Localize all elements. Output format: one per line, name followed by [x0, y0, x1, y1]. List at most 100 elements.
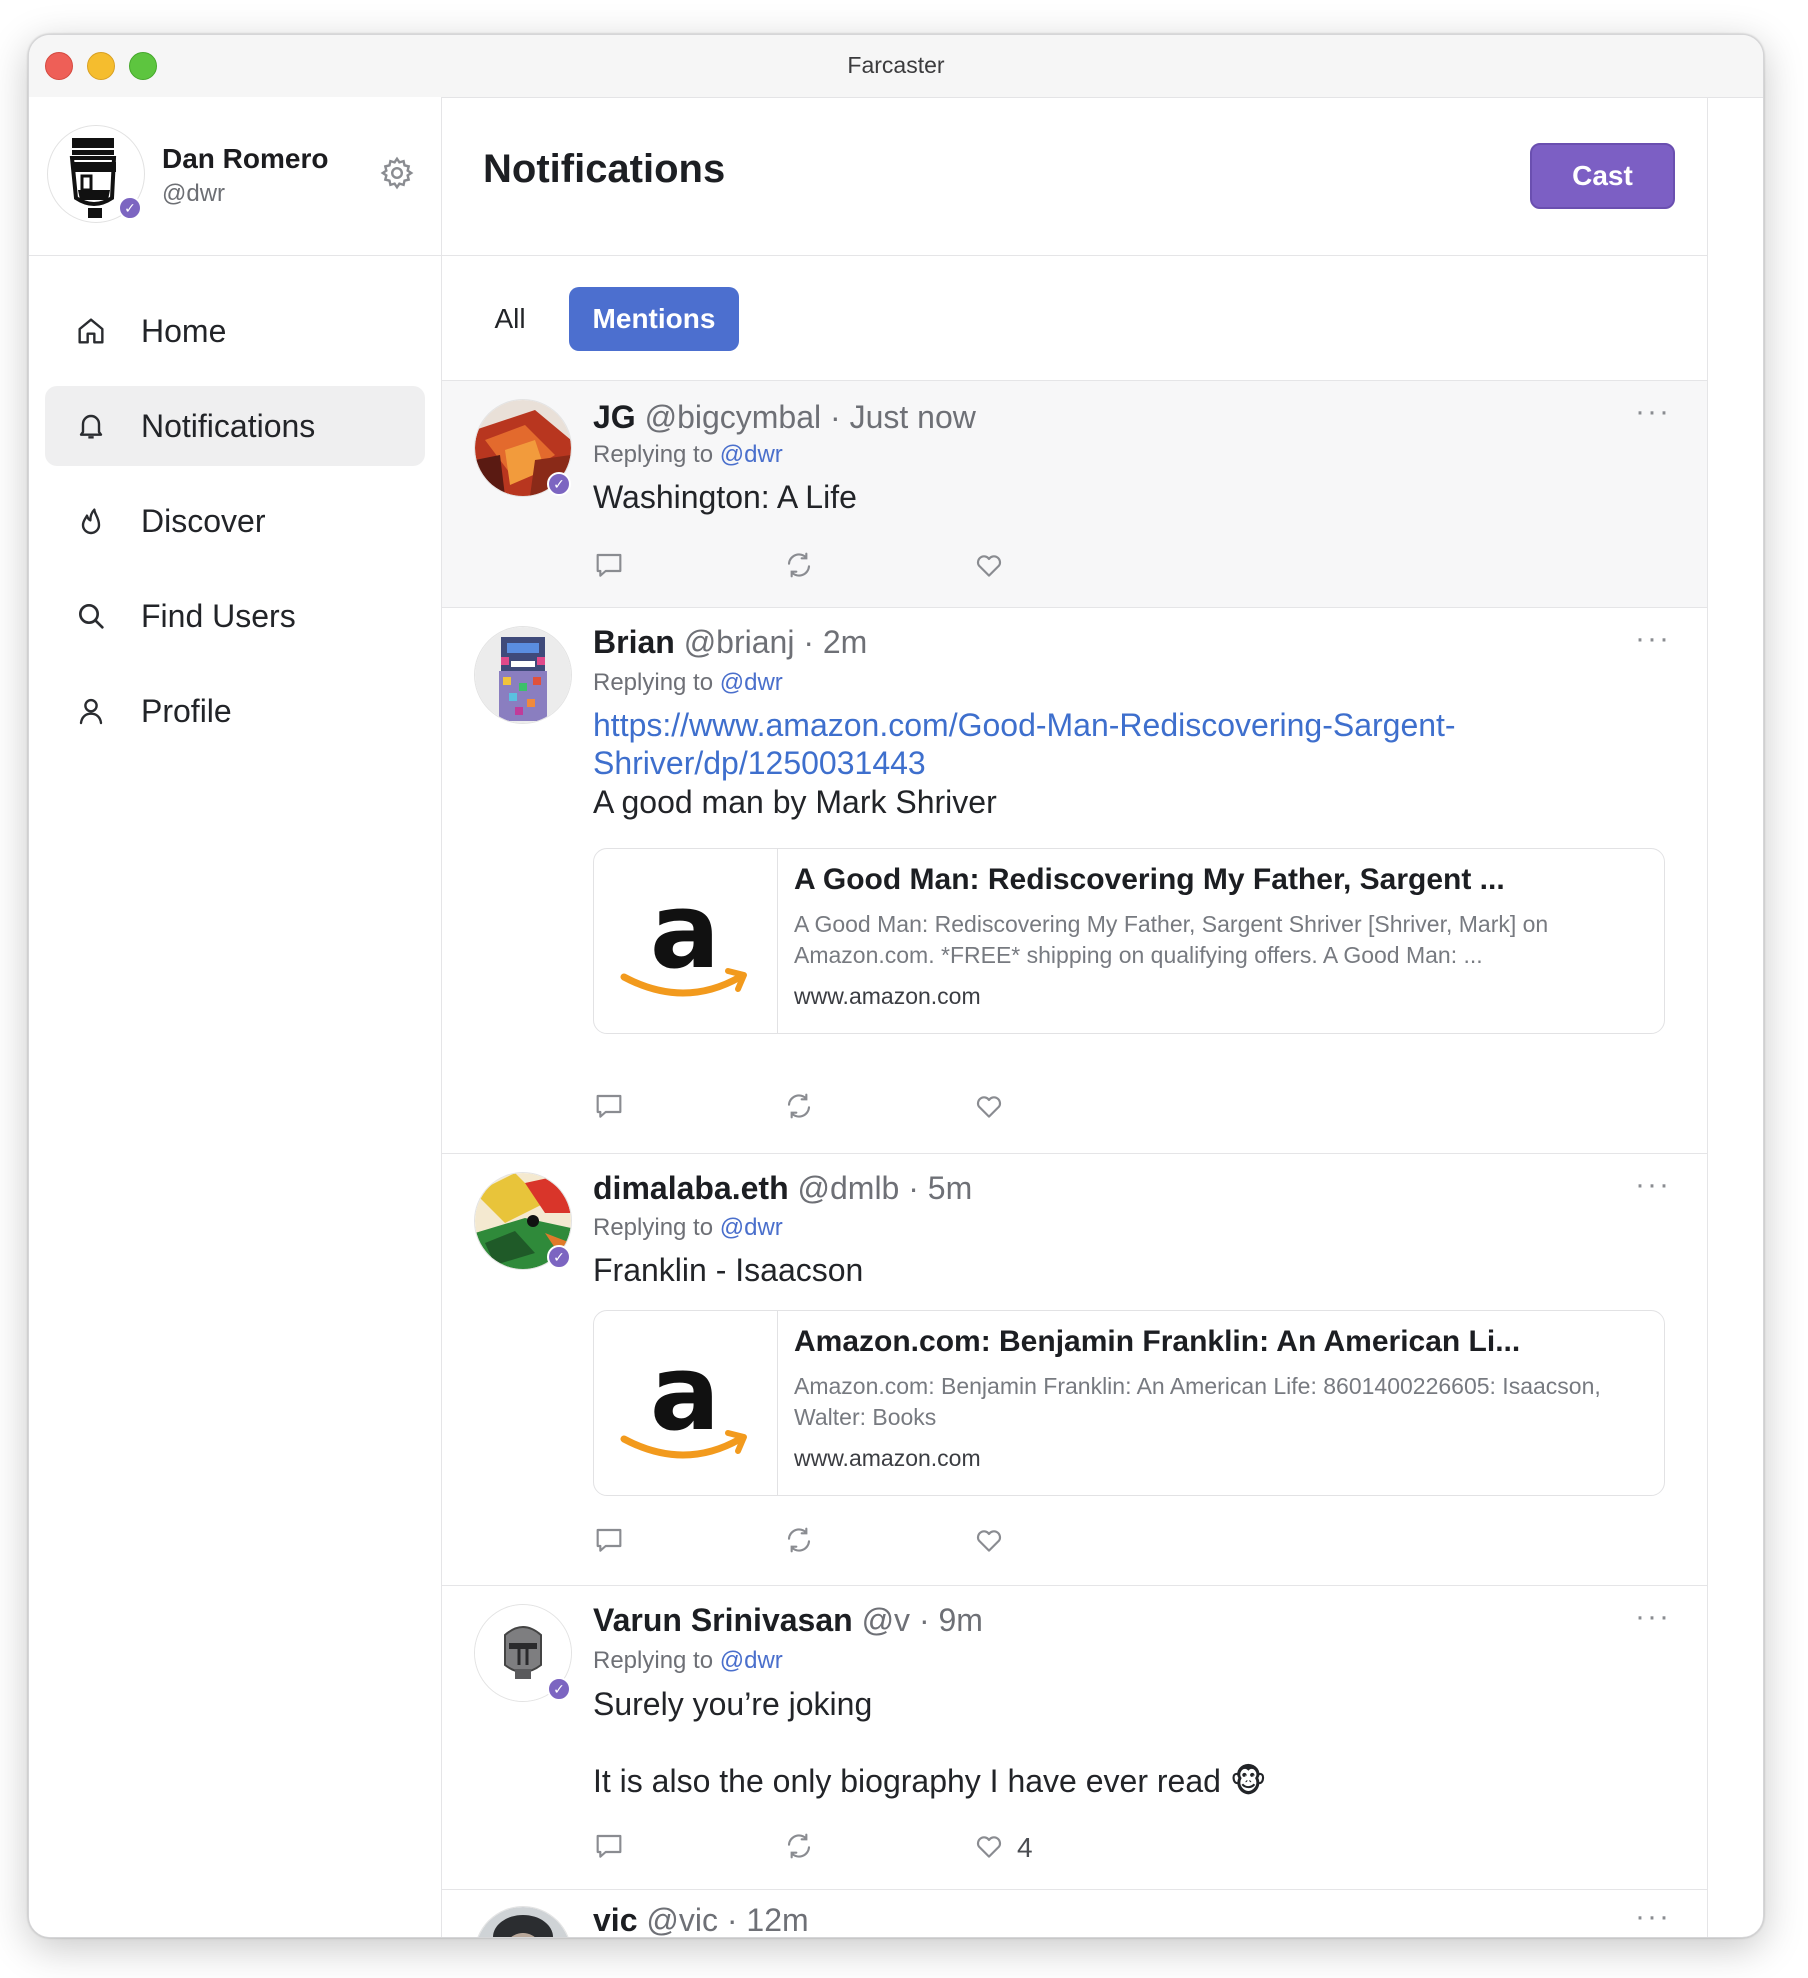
cast-actions — [593, 549, 1093, 585]
cast-item[interactable]: Brian @brianj · 2m Replying to @dwr http… — [442, 608, 1707, 1154]
author-handle[interactable]: @brianj — [684, 624, 795, 660]
heart-icon[interactable] — [973, 1090, 1005, 1122]
embed-title: Amazon.com: Benjamin Franklin: An Americ… — [794, 1325, 1521, 1358]
cast-item[interactable]: ✓ JG @bigcymbal · Just now Replying to @… — [442, 381, 1707, 608]
reply-icon[interactable] — [593, 1524, 625, 1556]
separator-dot: · — [908, 1170, 919, 1206]
avatar[interactable]: ✓ — [474, 1172, 572, 1270]
heart-icon[interactable] — [973, 549, 1005, 581]
reply-context: Replying to @dwr — [593, 1647, 783, 1675]
reply-mention[interactable]: @dwr — [720, 669, 783, 696]
window-title: Farcaster — [847, 52, 945, 78]
like-count: 4 — [1017, 1832, 1033, 1863]
author-name[interactable]: Varun Srinivasan — [593, 1602, 853, 1638]
more-options-button[interactable]: ··· — [1635, 622, 1671, 656]
avatar[interactable]: ✓ — [474, 1604, 572, 1702]
avatar[interactable]: ✓ — [47, 125, 145, 223]
embed-domain: www.amazon.com — [794, 1445, 981, 1471]
user-icon — [79, 698, 103, 725]
sidebar-item-profile[interactable]: Profile — [45, 671, 425, 751]
embed-description: A Good Man: Rediscovering My Father, Sar… — [794, 911, 1549, 968]
cast-item[interactable]: vic @vic · 12m ··· — [442, 1890, 1707, 1938]
verified-badge: ✓ — [118, 196, 142, 220]
sidebar-item-label: Discover — [141, 502, 266, 539]
cast-text-secondary: It is also the only biography I have eve… — [593, 1763, 1267, 1799]
more-options-button[interactable]: ··· — [1635, 395, 1671, 429]
reply-mention[interactable]: @dwr — [720, 441, 783, 468]
notification-tabs: All Mentions — [442, 256, 1707, 381]
reply-context: Replying to @dwr — [593, 1214, 783, 1242]
heart-icon[interactable] — [973, 1524, 1005, 1556]
author-name[interactable]: dimalaba.eth — [593, 1170, 789, 1206]
user-handle: @dwr — [162, 180, 226, 207]
embed-title: A Good Man: Rediscovering My Father, Sar… — [794, 863, 1505, 896]
cast-actions — [593, 1090, 1093, 1126]
gear-icon[interactable] — [379, 155, 415, 191]
reply-mention[interactable]: @dwr — [720, 1214, 783, 1241]
avatar[interactable]: ✓ — [474, 399, 572, 497]
embed-domain: www.amazon.com — [794, 983, 981, 1009]
embed-description: Amazon.com: Benjamin Franklin: An Americ… — [794, 1373, 1601, 1430]
sidebar-item-notifications[interactable]: Notifications — [45, 386, 425, 466]
cast-header: Brian @brianj · 2m — [593, 624, 867, 661]
cast-text: A good man by Mark Shriver — [593, 784, 997, 820]
avatar-image — [475, 627, 571, 723]
author-handle[interactable]: @vic — [646, 1902, 718, 1937]
author-name[interactable]: Brian — [593, 624, 675, 660]
recast-icon[interactable] — [783, 1524, 815, 1556]
sidebar-item-find-users[interactable]: Find Users — [45, 576, 425, 656]
link-embed[interactable]: a A Good Man: Rediscovering My Father, S… — [593, 848, 1665, 1034]
sidebar-item-home[interactable]: Home — [45, 291, 425, 371]
sidebar-item-discover[interactable]: Discover — [45, 481, 425, 561]
cast-item[interactable]: ✓ Varun Srinivasan @v · 9m Replying to @… — [442, 1586, 1707, 1890]
separator-dot: · — [918, 1602, 930, 1638]
search-icon — [79, 604, 104, 629]
notification-feed: ✓ JG @bigcymbal · Just now Replying to @… — [442, 381, 1707, 1938]
author-handle[interactable]: @v — [862, 1602, 910, 1638]
current-user[interactable]: ✓ Dan Romero @dwr — [29, 97, 441, 256]
tab-all[interactable]: All — [468, 287, 552, 351]
tab-mentions[interactable]: Mentions — [569, 287, 739, 351]
cast-header: JG @bigcymbal · Just now — [593, 399, 976, 436]
author-handle[interactable]: @dmlb — [798, 1170, 900, 1206]
author-name[interactable]: vic — [593, 1902, 637, 1937]
right-gutter — [1707, 97, 1763, 1937]
more-options-button[interactable]: ··· — [1635, 1168, 1671, 1202]
cast-item[interactable]: ✓ dimalaba.eth @dmlb · 5m Replying to @d… — [442, 1154, 1707, 1586]
title-bar: Farcaster — [29, 35, 1763, 98]
cast-header: vic @vic · 12m — [593, 1902, 809, 1938]
author-name[interactable]: JG — [593, 399, 636, 435]
amazon-logo-icon: a — [620, 870, 747, 997]
flame-icon — [81, 508, 101, 535]
cast-text: Washington: A Life — [593, 479, 857, 515]
recast-icon[interactable] — [783, 1830, 815, 1862]
verified-badge: ✓ — [547, 472, 571, 496]
reply-context: Replying to @dwr — [593, 441, 783, 469]
reply-icon[interactable] — [593, 549, 625, 581]
author-handle[interactable]: @bigcymbal — [645, 399, 822, 435]
avatar[interactable] — [474, 626, 572, 724]
reply-mention[interactable]: @dwr — [720, 1647, 783, 1674]
verified-badge: ✓ — [547, 1677, 571, 1701]
cast-link[interactable]: https://www.amazon.com/Good-Man-Rediscov… — [593, 706, 1593, 782]
cast-time: 2m — [822, 624, 868, 660]
svg-text:a: a — [650, 1332, 720, 1454]
recast-icon[interactable] — [783, 549, 815, 581]
heart-icon[interactable] — [973, 1830, 1005, 1862]
cast-button[interactable]: Cast — [1530, 143, 1675, 209]
more-options-button[interactable]: ··· — [1635, 1600, 1671, 1634]
sidebar: ✓ Dan Romero @dwr Home Notifications Dis… — [29, 97, 442, 1937]
reply-icon[interactable] — [593, 1830, 625, 1862]
svg-text:a: a — [650, 870, 720, 992]
cast-actions: 4 — [593, 1830, 1093, 1866]
avatar[interactable] — [474, 1906, 572, 1937]
cast-time: 9m — [938, 1602, 983, 1638]
more-options-button[interactable]: ··· — [1635, 1900, 1671, 1934]
link-embed[interactable]: a Amazon.com: Benjamin Franklin: An Amer… — [593, 1310, 1665, 1496]
reply-icon[interactable] — [593, 1090, 625, 1122]
recast-icon[interactable] — [783, 1090, 815, 1122]
page-header: Notifications Cast — [442, 97, 1707, 256]
home-icon — [78, 318, 104, 344]
cast-time: 12m — [746, 1902, 809, 1938]
separator-dot: · — [830, 399, 841, 435]
